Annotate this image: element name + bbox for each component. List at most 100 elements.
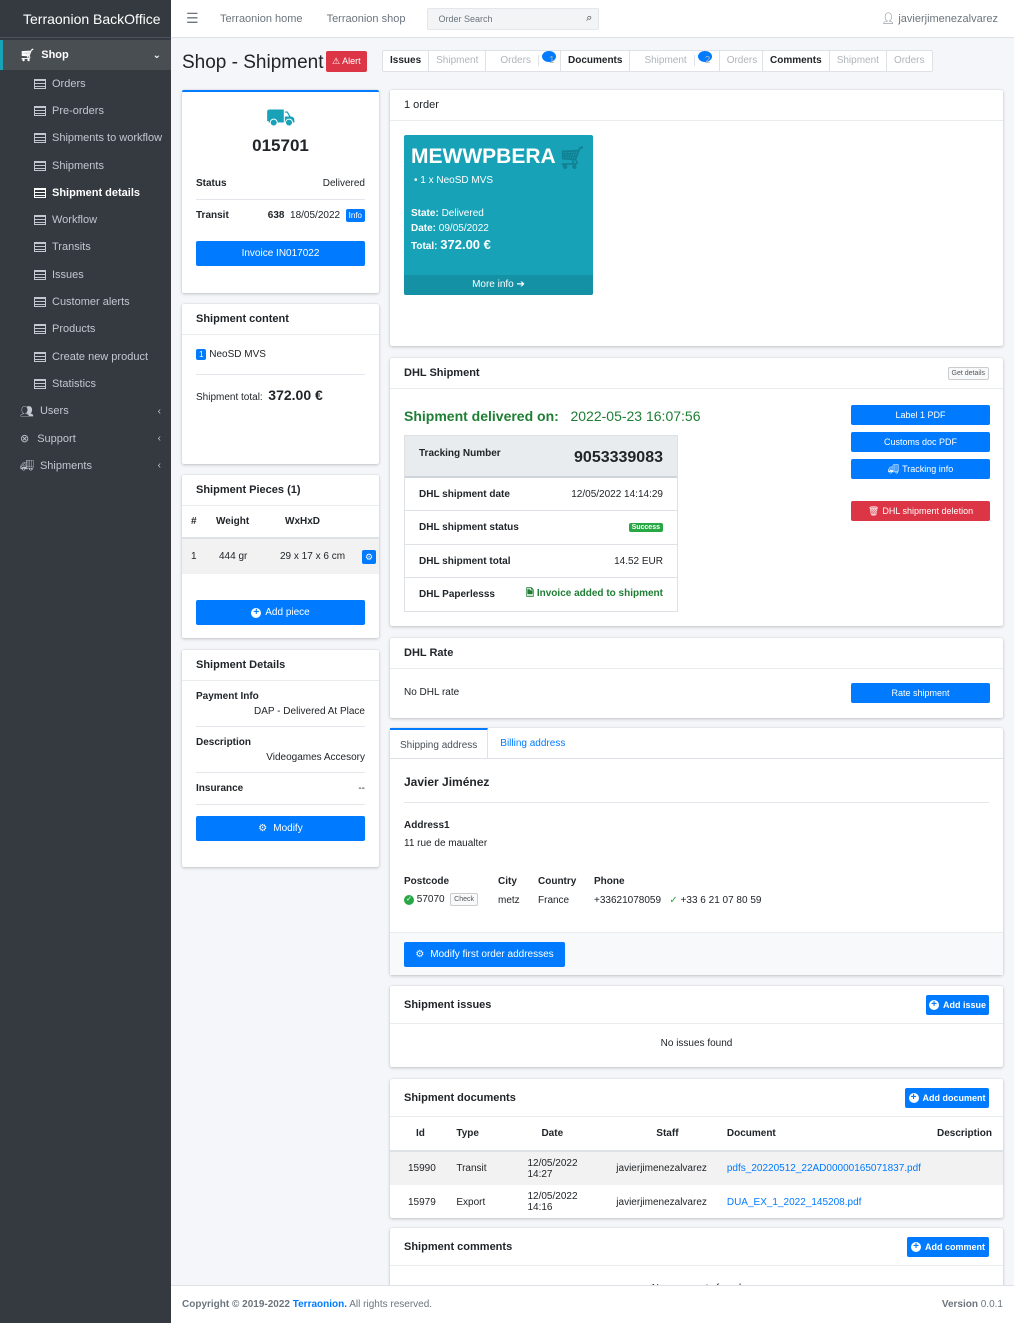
list-icon [34, 297, 46, 308]
gear-icon: ⚙ [415, 949, 425, 960]
company-link[interactable]: Terraonion. [293, 1299, 347, 1310]
title-text: Shipment documents [404, 1091, 516, 1104]
delivered-at: 2022-05-23 16:07:56 [570, 408, 701, 424]
sidebar-item-customer-alerts[interactable]: Customer alerts [0, 288, 171, 315]
cart-icon: 🛒︎ [20, 48, 36, 62]
tab-issues-shipment[interactable]: Shipment [429, 51, 487, 71]
country-value: France [538, 895, 570, 906]
doc-link[interactable]: DUA_EX_1_2022_145208.pdf [719, 1185, 929, 1219]
search-placeholder: Order Search [438, 13, 493, 24]
get-details-button[interactable]: Get details [947, 366, 989, 380]
piece-num: 1 [191, 551, 197, 562]
sidebar-item-transits[interactable]: Transits [0, 234, 171, 261]
order-tile[interactable]: MEWWPBERA 🛒︎ • 1 x NeoSD MVS State: Deliv… [404, 135, 593, 295]
col-header: Document [726, 1128, 776, 1139]
tab-comments-shipment[interactable]: Shipment [830, 51, 887, 71]
count-badge: 2 [697, 51, 712, 66]
plus-icon: + [910, 1242, 921, 1252]
dhl-date: 12/05/2022 14:14:29 [571, 488, 663, 500]
plus-icon: + [251, 607, 262, 618]
customs-pdf-button[interactable]: Customs doc PDF [851, 432, 990, 452]
user-menu[interactable]: 👤︎ javierjimenezalvarez [881, 12, 998, 25]
list-icon [34, 378, 46, 389]
check-button[interactable]: Check [450, 893, 478, 906]
transit-label: Transit [196, 210, 229, 221]
brand-logo[interactable]: Terraonion BackOffice [0, 0, 171, 38]
tab-issues[interactable]: Issues [383, 51, 430, 71]
doc-staff: javierjimenezalvarez [616, 1163, 707, 1174]
doc-link[interactable]: pdfs_20220512_22AD00000165071837.pdf [719, 1151, 929, 1185]
tab-comments-orders[interactable]: Orders [887, 51, 932, 71]
invoice-button[interactable]: Invoice IN017022 [196, 241, 365, 266]
tab-shipping-address[interactable]: Shipping address [390, 728, 489, 758]
truck-icon: 🚚︎ [887, 463, 900, 474]
chevron-left-icon: ‹ [157, 460, 161, 472]
shipment-issues-card: Shipment issues + Add issue No issues foun… [390, 986, 1003, 1067]
sidebar-item-shipments-to-workflow[interactable]: Shipments to workflow [0, 125, 171, 152]
sidebar-item-orders[interactable]: Orders [0, 70, 171, 97]
search-icon[interactable]: ⌕ [586, 12, 592, 25]
col-header: # [191, 516, 197, 527]
sidebar-item-issues[interactable]: Issues [0, 261, 171, 288]
dhl-rate-card: DHL Rate No DHL rate Rate shipment [390, 638, 1003, 718]
sidebar-item-pre-orders[interactable]: Pre-orders [0, 97, 171, 124]
info-button[interactable]: Info [345, 209, 365, 222]
modify-button[interactable]: ⚙ Modify [196, 816, 365, 841]
sidebar-item-support[interactable]: ⊗ Support ‹ [0, 425, 171, 452]
add-comment-button[interactable]: + Add comment [907, 1237, 989, 1257]
list-icon [34, 133, 46, 144]
tab-documents[interactable]: Documents [561, 51, 631, 71]
label-pdf-button[interactable]: Label 1 PDF [851, 405, 990, 425]
card-title: Shipment documents + Add document [390, 1079, 1003, 1117]
dhl-total-label: DHL shipment total [419, 555, 511, 567]
sidebar-item-label: Workflow [52, 214, 98, 227]
tab-documents-orders[interactable]: Orders [720, 51, 765, 71]
title-text: DHL Shipment [404, 367, 480, 379]
postcode-label: Postcode [404, 876, 450, 887]
col-header: Staff [656, 1128, 679, 1139]
rate-shipment-button[interactable]: Rate shipment [851, 683, 990, 703]
sidebar-item-shipments[interactable]: Shipments [0, 152, 171, 179]
piece-weight: 444 gr [219, 551, 248, 562]
sidebar-item-users[interactable]: 👥︎ Users ‹ [0, 398, 171, 425]
add-issue-button[interactable]: + Add issue [926, 995, 989, 1015]
tab-billing-address[interactable]: Billing address [488, 728, 577, 758]
sidebar-item-statistics[interactable]: Statistics [0, 370, 171, 397]
modify-addresses-button[interactable]: ⚙ Modify first order addresses [404, 942, 565, 967]
sidebar-item-shop[interactable]: 🛒︎ Shop ⌄ [0, 40, 171, 70]
sidebar-item-workflow[interactable]: Workflow [0, 206, 171, 233]
description-label: Description [196, 737, 252, 748]
search-input[interactable]: Order Search ⌕ [427, 7, 600, 30]
tab-issues-orders[interactable]: Orders 1 [486, 51, 563, 71]
home-link[interactable]: Terraonion home [220, 13, 303, 25]
empty-message: No issues found [660, 1038, 733, 1049]
sidebar-item-products[interactable]: Products [0, 316, 171, 343]
button-label: Add piece [265, 607, 310, 618]
tab-documents-shipment[interactable]: Shipment 2 [630, 51, 720, 71]
username: javierjimenezalvarez [898, 13, 998, 25]
shop-link[interactable]: Terraonion shop [327, 13, 406, 25]
plus-icon: + [908, 1093, 919, 1103]
doc-description [929, 1185, 1003, 1219]
add-document-button[interactable]: + Add document [905, 1088, 989, 1108]
sidebar-item-shipments[interactable]: 🚚︎ Shipments ‹ [0, 452, 171, 479]
dhl-delete-button[interactable]: 🗑︎ DHL shipment deletion [851, 501, 990, 521]
shipment-details-card: Shipment Details Payment Info DAP - Deli… [182, 650, 379, 867]
button-label: Add document [922, 1093, 986, 1103]
sidebar-item-label: Transits [52, 241, 91, 254]
tab-comments[interactable]: Comments [763, 51, 830, 71]
button-label: Modify first order addresses [430, 949, 554, 960]
more-info-link[interactable]: More info ➔ [404, 275, 593, 295]
card-title: Shipment comments + Add comment [390, 1228, 1003, 1266]
add-piece-button[interactable]: + Add piece [196, 600, 365, 625]
shipment-documents-card: Shipment documents + Add document Id Type … [390, 1079, 1003, 1218]
alert-button[interactable]: ⚠ Alert [326, 51, 367, 72]
sidebar-item-create-new-product[interactable]: Create new product [0, 343, 171, 370]
sidebar-item-shipment-details[interactable]: Shipment details [0, 179, 171, 206]
gear-icon[interactable]: ⚙ [362, 549, 376, 564]
menu-icon[interactable]: ☰ [186, 10, 206, 27]
tracking-info-button[interactable]: 🚚︎ Tracking info [851, 459, 990, 479]
city-label: City [498, 876, 517, 887]
plus-icon: + [928, 1000, 939, 1010]
col-header: WxHxD [285, 516, 321, 527]
